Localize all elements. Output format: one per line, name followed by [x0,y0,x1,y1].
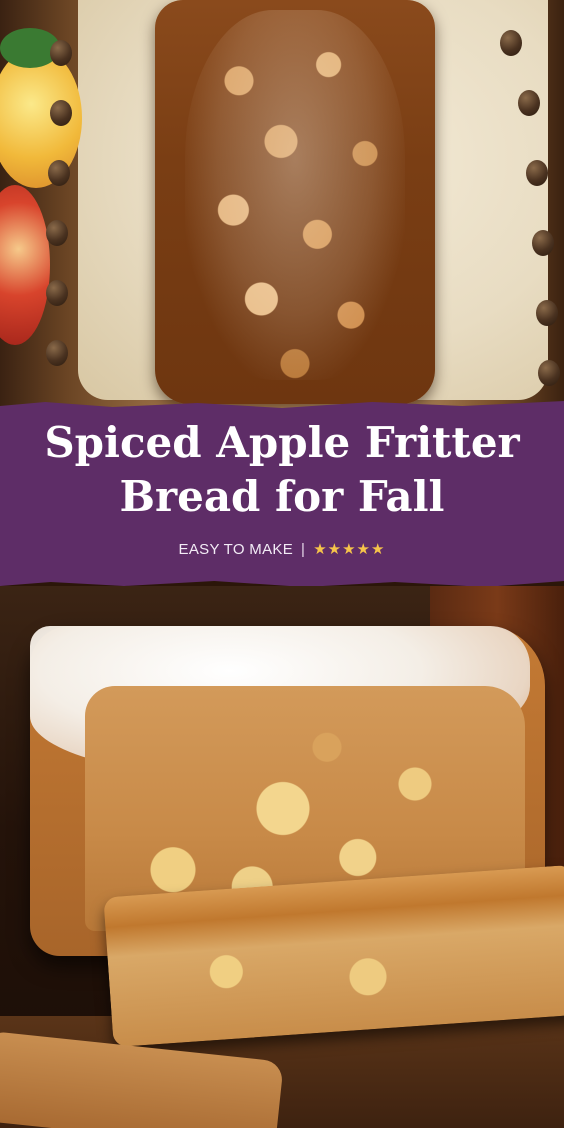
tray-bead [536,300,558,326]
glaze-sheen [185,10,405,380]
recipe-subtitle: EASY TO MAKE | ★★★★★ [0,540,564,560]
star-rating-icon: ★★★★★ [313,541,386,558]
subtitle-separator: | [301,541,306,558]
tray-bead [538,360,560,386]
tray-bead [46,220,68,246]
title-banner: Spiced Apple Fritter Bread for Fall EASY… [0,401,564,587]
top-loaf-photo [0,0,564,410]
recipe-pin: Spiced Apple Fritter Bread for Fall EASY… [0,0,564,1128]
recipe-title: Spiced Apple Fritter Bread for Fall [0,416,564,524]
tray-bead [518,90,540,116]
tray-bead [500,30,522,56]
tray-bead [50,40,72,66]
tray-bead [46,280,68,306]
recipe-title-line-2: Bread for Fall [119,472,445,521]
tray-bead [532,230,554,256]
recipe-title-line-1: Spiced Apple Fritter [44,418,520,467]
tray-bead [526,160,548,186]
tray-bead [46,340,68,366]
red-apple [0,185,50,345]
bottom-sliced-loaf-photo [0,586,564,1128]
tray-bead [48,160,70,186]
cut-slice [103,864,564,1048]
easy-to-make-label: EASY TO MAKE [178,541,294,558]
tray-bead [50,100,72,126]
